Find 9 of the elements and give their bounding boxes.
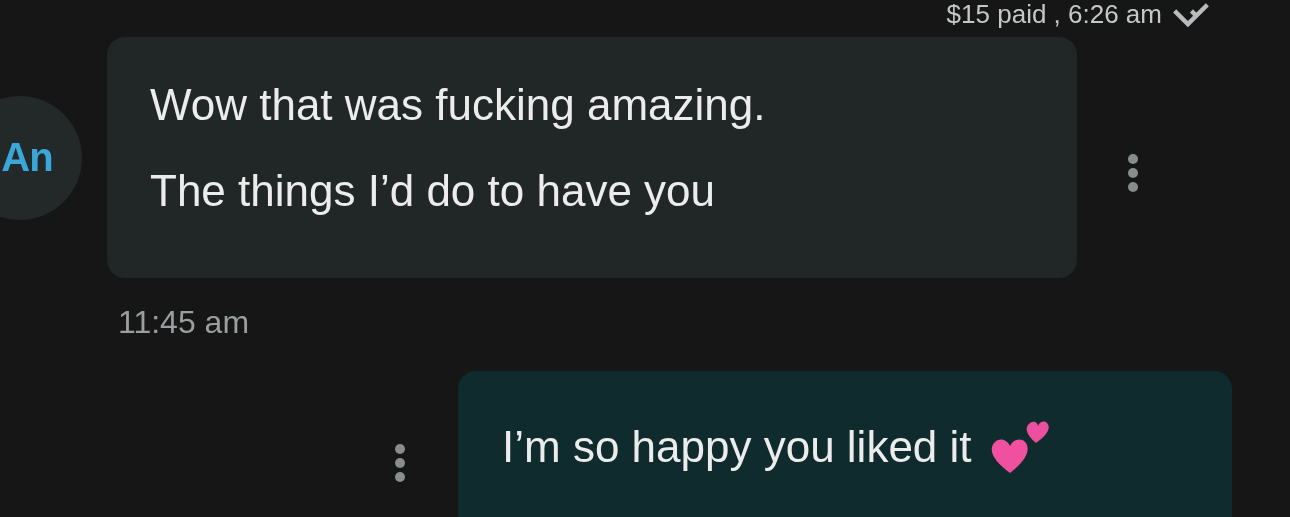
payment-status: $15 paid , 6:26 am: [946, 0, 1162, 28]
message-text: I’m so happy you liked it: [502, 421, 972, 473]
message-text: Wow that was fucking amazing.: [150, 79, 767, 131]
more-options-icon[interactable]: [1126, 152, 1140, 193]
avatar[interactable]: An: [0, 95, 82, 220]
double-check-icon: [1172, 1, 1210, 27]
more-options-icon[interactable]: [393, 443, 407, 483]
message-text: The things I’d do to have you: [150, 165, 717, 217]
message-time: 11:45 am: [118, 304, 251, 340]
